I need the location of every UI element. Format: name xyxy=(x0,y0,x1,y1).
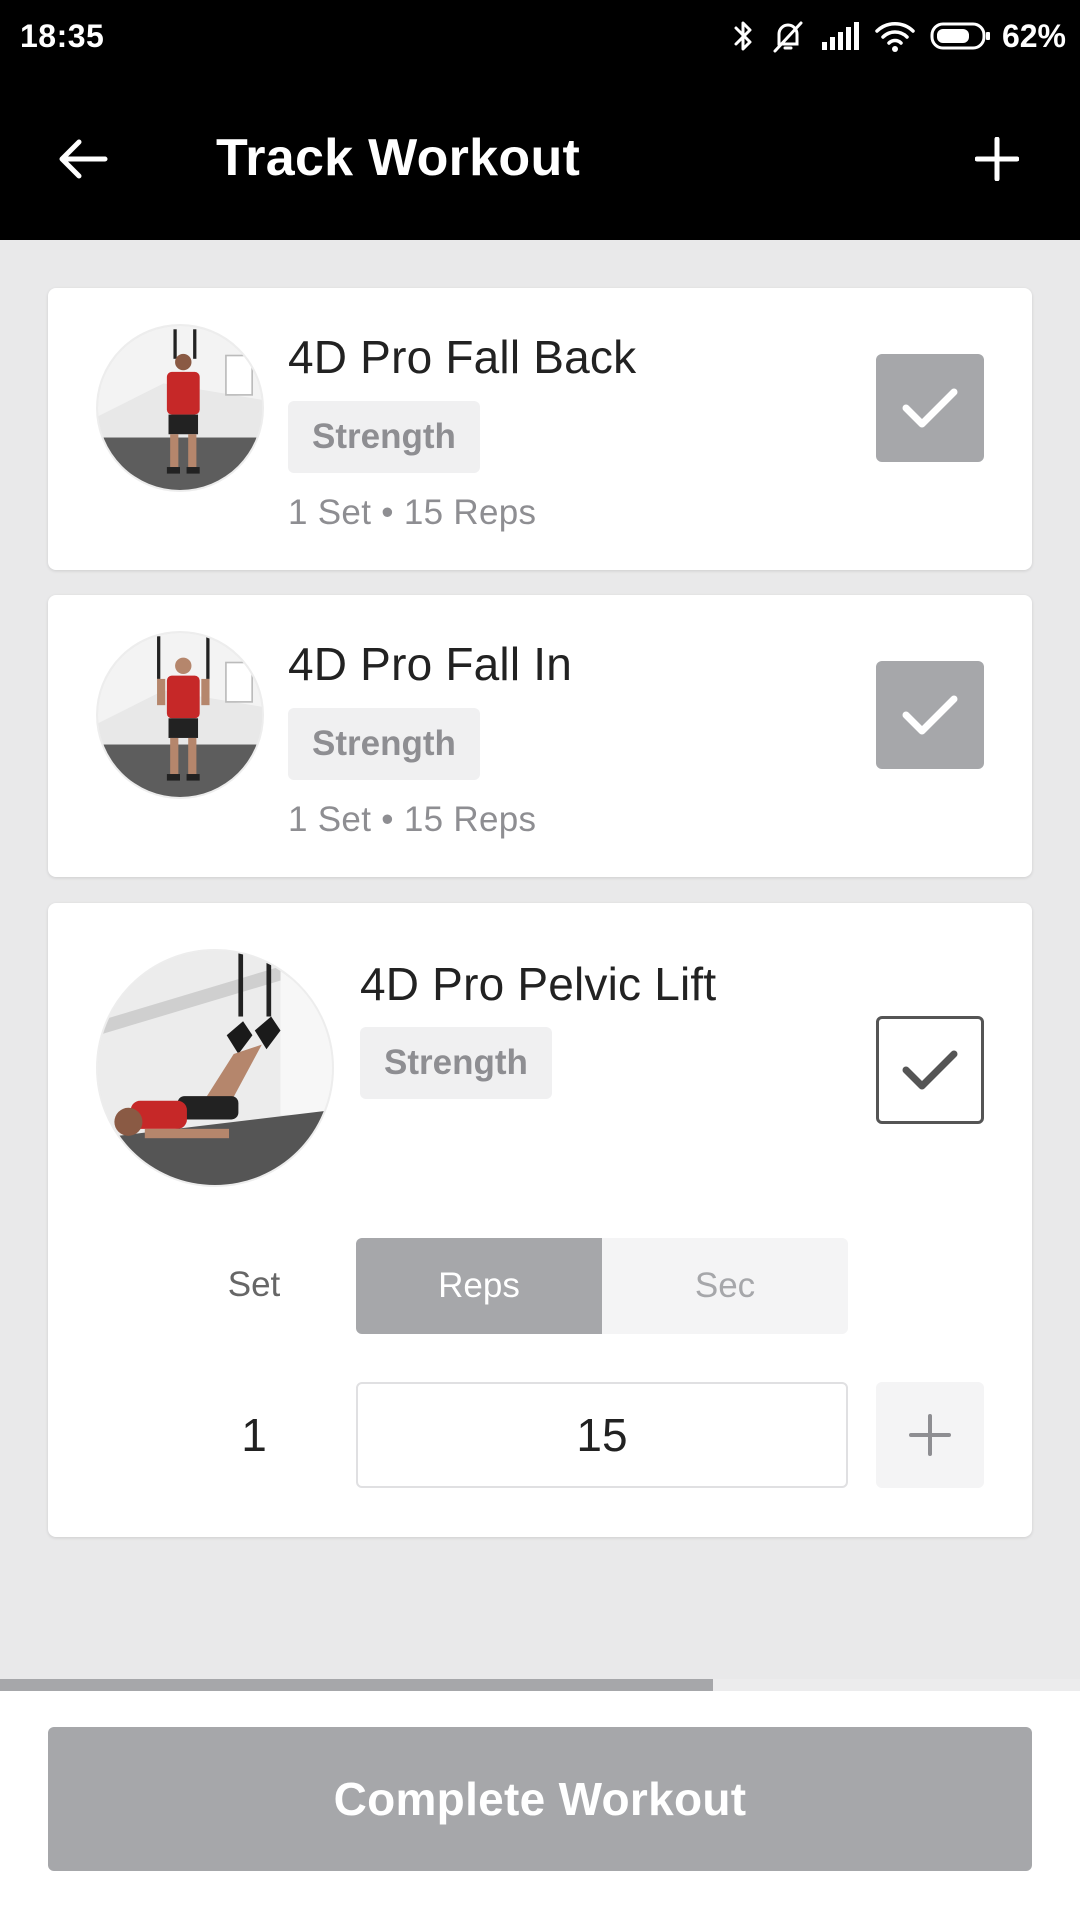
exercise-name: 4D Pro Fall In xyxy=(288,638,573,690)
bluetooth-icon xyxy=(732,18,756,54)
page-title: Track Workout xyxy=(216,129,581,187)
exercise-thumbnail xyxy=(96,631,264,799)
reps-input[interactable]: 15 xyxy=(356,1382,848,1488)
exercise-card[interactable]: 4D Pro Fall In Strength 1 Set • 15 Reps xyxy=(48,595,1032,877)
status-time: 18:35 xyxy=(20,18,105,54)
muted-bell-icon xyxy=(770,18,806,54)
exercise-name: 4D Pro Pelvic Lift xyxy=(360,958,717,1010)
exercise-thumbnail xyxy=(96,949,334,1187)
category-tag: Strength xyxy=(288,708,480,780)
category-tag: Strength xyxy=(288,401,480,473)
plus-icon xyxy=(975,137,1019,181)
set-column-label: Set xyxy=(227,1265,281,1304)
check-icon xyxy=(902,695,958,735)
status-icons: 62% xyxy=(732,14,1066,58)
plus-icon xyxy=(909,1414,951,1456)
workout-progress-bar xyxy=(0,1679,1080,1691)
complete-checkbox[interactable] xyxy=(876,354,984,462)
status-bar: 18:35 62% xyxy=(0,0,1080,74)
set-number: 1 xyxy=(241,1409,267,1461)
mode-toggle-sec[interactable]: Sec xyxy=(602,1238,848,1334)
workout-progress-fill xyxy=(0,1679,713,1691)
add-set-button[interactable] xyxy=(876,1382,984,1488)
exercise-thumbnail xyxy=(96,324,264,492)
app-bar: Track Workout xyxy=(0,74,1080,240)
sets-reps-summary: 1 Set • 15 Reps xyxy=(288,493,537,532)
add-exercise-button[interactable] xyxy=(962,124,1032,194)
bottom-bar: Complete Workout xyxy=(0,1691,1080,1920)
cellular-signal-icon xyxy=(820,20,860,52)
sets-reps-summary: 1 Set • 15 Reps xyxy=(288,800,537,839)
complete-checkbox[interactable] xyxy=(876,661,984,769)
battery-icon xyxy=(930,21,992,51)
exercise-card-expanded[interactable]: 4D Pro Pelvic Lift Strength Set Reps Sec… xyxy=(48,903,1032,1537)
wifi-icon xyxy=(874,19,916,53)
complete-checkbox[interactable] xyxy=(876,1016,984,1124)
battery-percentage: 62% xyxy=(1001,17,1066,54)
exercise-card[interactable]: 4D Pro Fall Back Strength 1 Set • 15 Rep… xyxy=(48,288,1032,570)
back-button[interactable] xyxy=(48,124,118,194)
check-icon xyxy=(902,388,958,428)
complete-workout-button[interactable]: Complete Workout xyxy=(48,1727,1032,1871)
check-icon xyxy=(902,1050,958,1090)
exercise-name: 4D Pro Fall Back xyxy=(288,331,637,383)
category-tag: Strength xyxy=(360,1027,552,1099)
mode-toggle-reps[interactable]: Reps xyxy=(356,1238,602,1334)
arrow-left-icon xyxy=(59,139,108,179)
